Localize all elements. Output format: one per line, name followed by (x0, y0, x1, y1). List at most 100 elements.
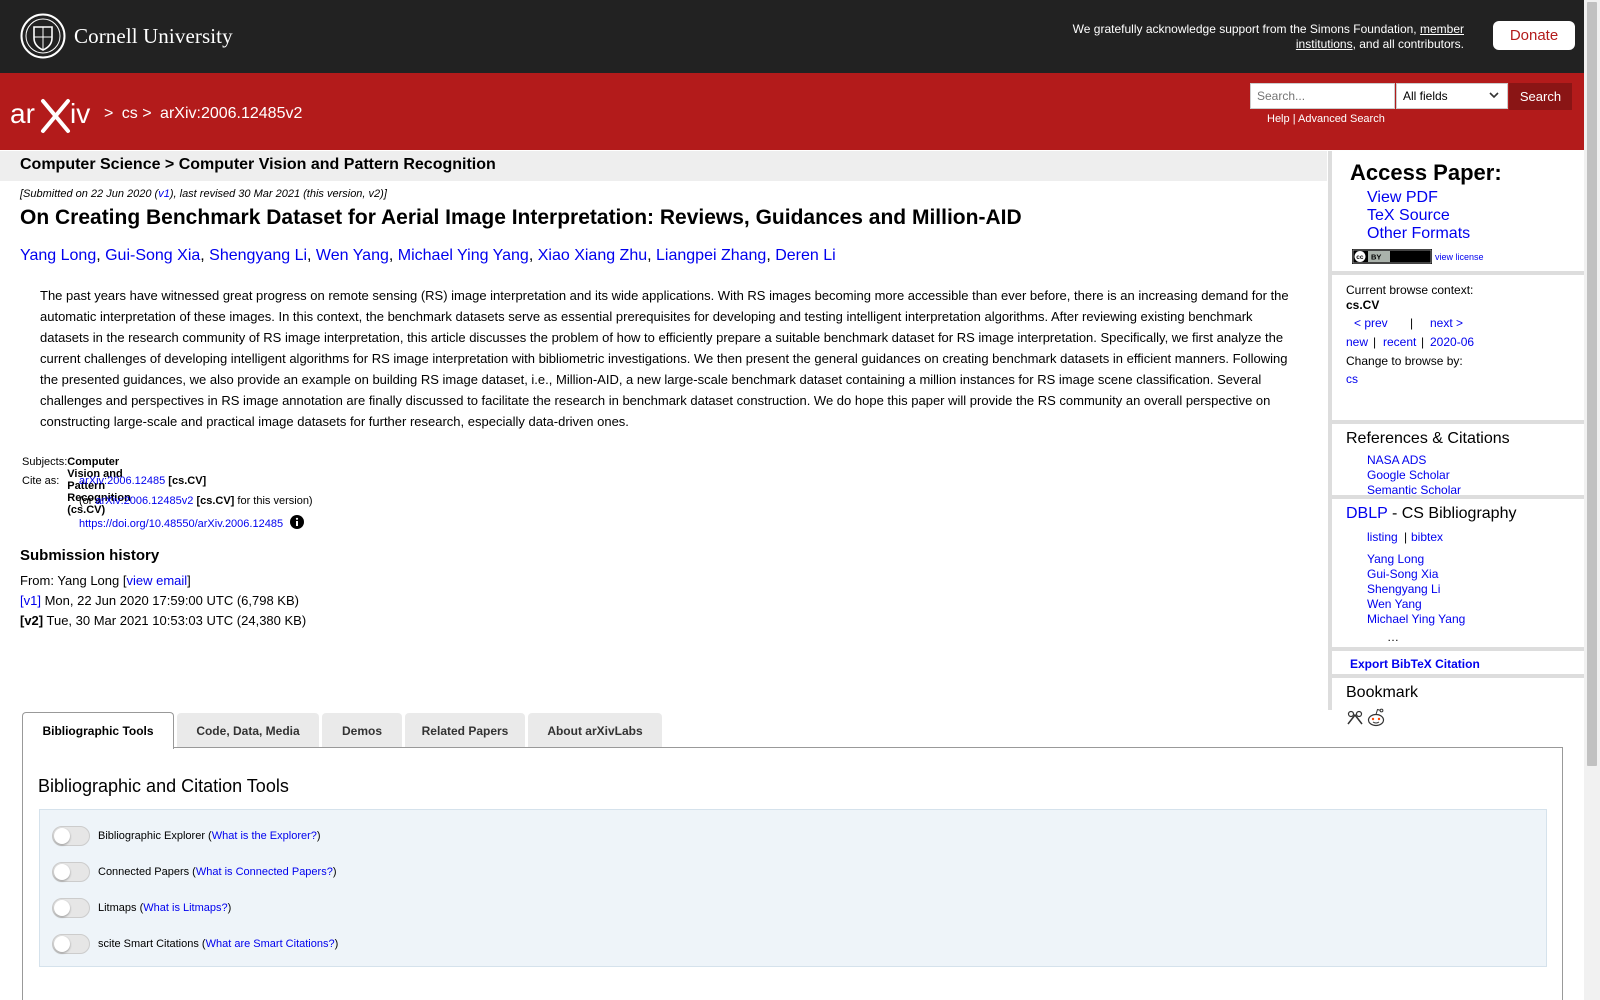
dblp-title: DBLP - CS Bibliography (1346, 505, 1517, 522)
new-link[interactable]: new (1346, 335, 1368, 349)
author-link[interactable]: Wen Yang (316, 247, 389, 264)
support-text: We gratefully acknowledge support from t… (1072, 22, 1464, 51)
references-title: References & Citations (1346, 430, 1510, 447)
panel-title: Bibliographic and Citation Tools (38, 776, 289, 796)
export-panel: Export BibTeX Citation (1332, 651, 1588, 678)
v1-history-link[interactable]: [v1] (20, 593, 41, 608)
author-link[interactable]: Shengyang Li (209, 247, 307, 264)
references-panel: References & Citations NASA ADS Google S… (1332, 424, 1588, 499)
tab-code-data-media[interactable]: Code, Data, Media (177, 713, 319, 748)
donate-button[interactable]: Donate (1493, 21, 1575, 50)
v1-link[interactable]: v1 (158, 188, 170, 200)
access-paper-title: Access Paper: (1350, 160, 1502, 185)
author-list: Yang Long, Gui-Song Xia, Shengyang Li, W… (20, 247, 836, 264)
search-help-links: Help | Advanced Search (1267, 113, 1385, 125)
connected-papers-toggle[interactable] (52, 862, 90, 882)
info-icon[interactable] (290, 515, 305, 529)
search-input[interactable] (1250, 83, 1395, 109)
dblp-author-link[interactable]: Michael Ying Yang (1367, 612, 1465, 626)
view-license-link[interactable]: view license (1435, 252, 1484, 262)
svg-text:ar: ar (10, 98, 35, 129)
tab-bibliographic-tools[interactable]: Bibliographic Tools (22, 712, 174, 749)
dblp-author-link[interactable]: Shengyang Li (1367, 582, 1440, 596)
connected-papers-help-link[interactable]: What is Connected Papers? (196, 866, 333, 878)
tab-related-papers[interactable]: Related Papers (405, 713, 525, 748)
other-formats-link[interactable]: Other Formats (1367, 225, 1470, 243)
cornell-logo[interactable]: Cornell University (20, 13, 233, 59)
arxiv-logo[interactable]: ar iv (10, 95, 102, 135)
browse-cs-link[interactable]: cs (1346, 372, 1358, 386)
page-scrollbar[interactable] (1584, 0, 1600, 1000)
export-bibtex-link[interactable]: Export BibTeX Citation (1350, 657, 1480, 671)
doi-row: https://doi.org/10.48550/arXiv.2006.1248… (79, 515, 305, 530)
bibliographic-tools-panel: Bibliographic and Citation Tools Bibliog… (22, 747, 1563, 1000)
access-paper-panel: Access Paper: View PDF TeX Source Other … (1332, 151, 1588, 275)
litmaps-help-link[interactable]: What is Litmaps? (143, 902, 227, 914)
author-link[interactable]: Liangpei Zhang (656, 247, 766, 264)
abstract: The past years have witnessed great prog… (40, 288, 1289, 429)
tab-about-arxivlabs[interactable]: About arXivLabs (528, 713, 662, 748)
google-scholar-link[interactable]: Google Scholar (1367, 468, 1450, 482)
breadcrumb-paper-id: arXiv:2006.12485v2 (160, 105, 303, 122)
cc-by-license-icon[interactable]: cc BY (1352, 249, 1432, 264)
paper-title: On Creating Benchmark Dataset for Aerial… (20, 206, 1022, 229)
tool-row-litmaps: Litmaps (What is Litmaps?) (52, 898, 231, 918)
search-field-select[interactable]: All fields (1396, 83, 1508, 109)
scrollbar-thumb[interactable] (1587, 2, 1597, 766)
subject-bar: Computer Science > Computer Vision and P… (0, 151, 1327, 181)
dblp-author-link[interactable]: Gui-Song Xia (1367, 567, 1438, 581)
litmaps-toggle[interactable] (52, 898, 90, 918)
view-pdf-link[interactable]: View PDF (1367, 189, 1438, 207)
author-link[interactable]: Yang Long (20, 247, 96, 264)
view-email-link[interactable]: view email (126, 573, 187, 588)
dblp-panel: DBLP - CS Bibliography listing | bibtex … (1332, 499, 1588, 651)
dblp-more-ellipsis: … (1387, 630, 1399, 644)
nasa-ads-link[interactable]: NASA ADS (1367, 453, 1426, 467)
cite-id-link[interactable]: arXiv:2006.12485 (79, 475, 165, 487)
dblp-author-link[interactable]: Yang Long (1367, 552, 1424, 566)
tool-row-scite: scite Smart Citations (What are Smart Ci… (52, 934, 338, 954)
submission-history-title: Submission history (20, 547, 160, 564)
dblp-listing-link[interactable]: listing (1367, 530, 1398, 544)
tool-row-explorer: Bibliographic Explorer (What is the Expl… (52, 826, 321, 846)
prev-link[interactable]: < prev (1354, 316, 1388, 330)
next-link[interactable]: next > (1430, 316, 1463, 330)
tab-demos[interactable]: Demos (322, 713, 402, 748)
dblp-author-link[interactable]: Wen Yang (1367, 597, 1422, 611)
help-link[interactable]: Help (1267, 113, 1290, 125)
explorer-help-link[interactable]: What is the Explorer? (212, 830, 317, 842)
bibsonomy-icon[interactable] (1346, 709, 1364, 727)
svg-text:cc: cc (1356, 254, 1364, 261)
university-name: Cornell University (74, 23, 233, 48)
submission-history: From: Yang Long [view email] [v1] Mon, 2… (20, 571, 306, 631)
tex-source-link[interactable]: TeX Source (1367, 207, 1450, 225)
breadcrumb: > cs > arXiv:2006.12485v2 (104, 105, 303, 122)
submission-dateline: [Submitted on 22 Jun 2020 (v1), last rev… (20, 188, 387, 200)
advanced-search-link[interactable]: Advanced Search (1298, 113, 1385, 125)
doi-link[interactable]: https://doi.org/10.48550/arXiv.2006.1248… (79, 518, 283, 530)
breadcrumb-cs-link[interactable]: cs (122, 105, 138, 122)
dblp-bibtex-link[interactable]: bibtex (1411, 530, 1443, 544)
bookmark-panel: Bookmark (1332, 678, 1588, 738)
scite-toggle[interactable] (52, 934, 90, 954)
recent-link[interactable]: recent (1383, 335, 1416, 349)
author-link[interactable]: Xiao Xiang Zhu (538, 247, 647, 264)
browse-context-value: cs.CV (1346, 298, 1380, 312)
bookmark-title: Bookmark (1346, 684, 1419, 701)
dblp-link[interactable]: DBLP (1346, 505, 1388, 522)
search-button[interactable]: Search (1509, 83, 1572, 110)
author-link[interactable]: Gui-Song Xia (105, 247, 200, 264)
semantic-scholar-link[interactable]: Semantic Scholar (1367, 483, 1461, 497)
history-from: From: Yang Long [view email] (20, 573, 191, 588)
scite-help-link[interactable]: What are Smart Citations? (206, 938, 335, 950)
author-link[interactable]: Michael Ying Yang (398, 247, 529, 264)
top-banner: Cornell University We gratefully acknowl… (0, 0, 1584, 73)
reddit-icon[interactable] (1366, 707, 1386, 727)
cite-version-link[interactable]: arXiv:2006.12485v2 (96, 495, 194, 507)
explorer-toggle[interactable] (52, 826, 90, 846)
cornell-seal-icon (20, 13, 66, 59)
author-link[interactable]: Deren Li (775, 247, 835, 264)
month-link[interactable]: 2020-06 (1430, 335, 1474, 349)
cite-as-row: Cite as: arXiv:2006.12485 [cs.CV] (22, 475, 207, 487)
arxiv-header: ar iv > cs > arXiv:2006.12485v2 All fiel… (0, 73, 1584, 150)
